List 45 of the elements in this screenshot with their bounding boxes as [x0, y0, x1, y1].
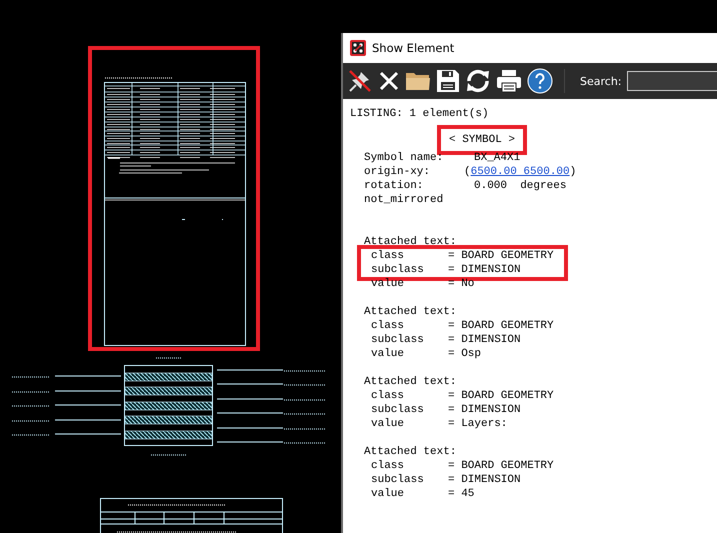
app-icon: [350, 40, 366, 56]
attribute-name: value: [371, 417, 406, 431]
attribute-value: = DIMENSION: [448, 263, 521, 277]
field-label: not_mirrored: [364, 193, 444, 207]
search-field[interactable]: [626, 71, 717, 91]
attribute-value: = DIMENSION: [448, 403, 521, 417]
field-value: 0.000 degrees: [474, 179, 566, 193]
printer-icon[interactable]: [496, 68, 522, 94]
field-label: rotation:: [364, 179, 424, 193]
attribute-name: class: [371, 249, 406, 263]
search-label: Search:: [580, 74, 622, 88]
parenthesis: (: [464, 166, 471, 178]
help-icon[interactable]: [527, 68, 553, 94]
attribute-value: = BOARD GEOMETRY: [448, 389, 554, 403]
attribute-value: = DIMENSION: [448, 333, 521, 347]
field-label: origin-xy:: [364, 165, 432, 179]
attached-text-heading: Attached text:: [364, 305, 456, 319]
parenthesis: ): [570, 166, 576, 178]
attribute-value: = Osp: [448, 347, 482, 361]
attached-text-heading: Attached text:: [364, 235, 456, 249]
attribute-value: = DIMENSION: [448, 473, 521, 487]
attribute-name: value: [371, 487, 406, 501]
attribute-value: = BOARD GEOMETRY: [448, 459, 554, 473]
attribute-name: class: [371, 389, 406, 403]
pin-icon[interactable]: [347, 68, 373, 94]
attribute-value: = 45: [448, 487, 474, 501]
attribute-value: = No: [448, 277, 474, 291]
attribute-name: value: [371, 347, 406, 361]
coordinate-link[interactable]: 6500.00 6500.00: [470, 166, 570, 178]
attribute-name: class: [371, 459, 406, 473]
refresh-icon[interactable]: [465, 68, 491, 94]
attribute-value: = BOARD GEOMETRY: [448, 249, 554, 263]
attached-text-heading: Attached text:: [364, 375, 456, 389]
attribute-value: = BOARD GEOMETRY: [448, 319, 554, 333]
attribute-name: subclass: [371, 403, 425, 417]
attribute-name: class: [371, 319, 406, 333]
attribute-name: subclass: [371, 333, 425, 347]
attribute-name: value: [371, 277, 406, 291]
attribute-value: = Layers:: [448, 417, 508, 431]
save-icon[interactable]: [436, 68, 460, 94]
listing-header: LISTING: 1 element(s): [350, 107, 489, 121]
window-title: Show Element: [372, 41, 454, 55]
attribute-name: subclass: [371, 263, 425, 277]
attribute-name: subclass: [371, 473, 425, 487]
attached-text-heading: Attached text:: [364, 445, 456, 459]
